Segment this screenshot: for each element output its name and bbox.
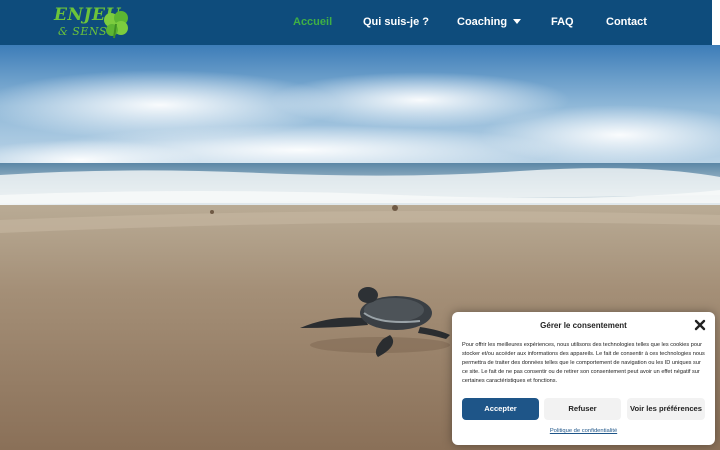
scrollbar-gap bbox=[712, 0, 720, 45]
nav-item-coaching[interactable]: Coaching bbox=[457, 16, 522, 28]
refuse-button[interactable]: Refuser bbox=[544, 398, 621, 420]
nav-item-accueil[interactable]: Accueil bbox=[293, 16, 332, 28]
site-header: ENJEU & SENS Accueil Qui suis-je ? Coach… bbox=[0, 0, 712, 45]
preferences-button[interactable]: Voir les préférences bbox=[627, 398, 705, 420]
consent-dialog: Gérer le consentement Pour offrir les me… bbox=[452, 312, 715, 445]
consent-title: Gérer le consentement bbox=[540, 321, 627, 330]
privacy-policy-link[interactable]: Politique de confidentialité bbox=[452, 428, 715, 434]
caret-down-icon bbox=[513, 18, 522, 24]
nav-item-faq[interactable]: FAQ bbox=[551, 16, 574, 28]
close-icon[interactable] bbox=[694, 319, 706, 331]
nav-item-qui-suis-je[interactable]: Qui suis-je ? bbox=[363, 16, 429, 28]
nav-item-contact[interactable]: Contact bbox=[606, 16, 647, 28]
nav-item-coaching-label: Coaching bbox=[457, 16, 508, 28]
consent-text: Pour offrir les meilleures expériences, … bbox=[462, 342, 705, 384]
accept-button[interactable]: Accepter bbox=[462, 398, 539, 420]
main-nav: Accueil Qui suis-je ? Coaching FAQ Conta… bbox=[0, 0, 712, 45]
